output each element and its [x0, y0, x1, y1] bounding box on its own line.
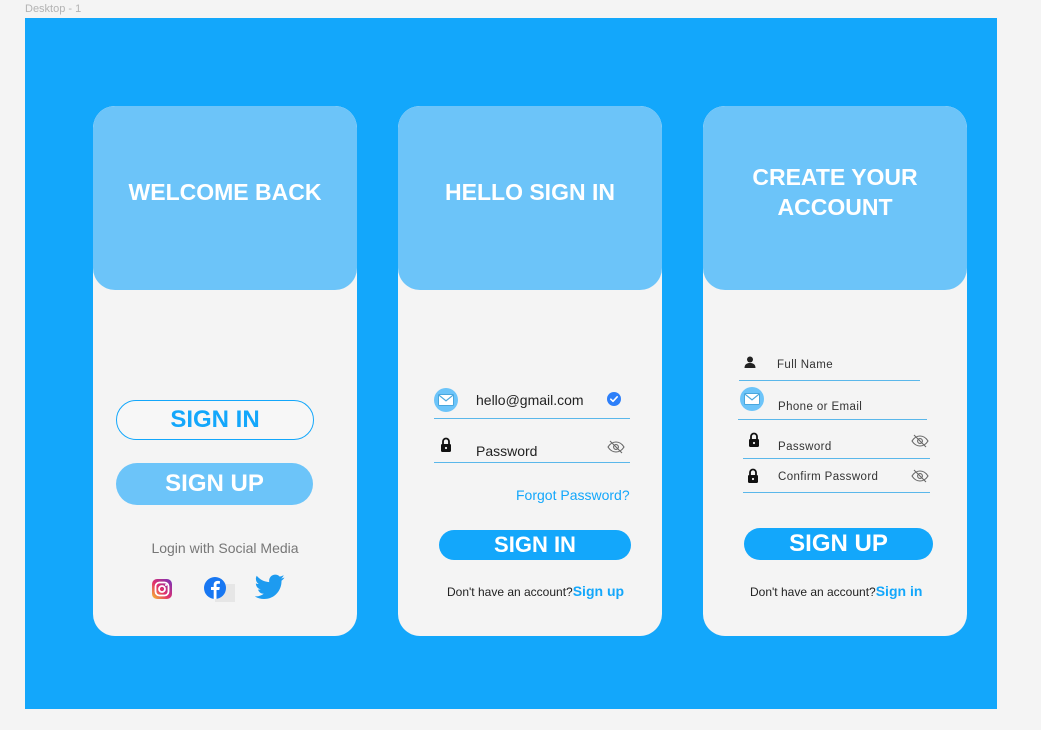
password-underline-2 — [743, 458, 930, 459]
full-name-field[interactable]: Full Name — [777, 359, 833, 371]
sign-in-button[interactable]: SIGN IN — [116, 400, 314, 440]
sign-in-card-header: HELLO SIGN IN — [398, 106, 662, 290]
sign-in-title: HELLO SIGN IN — [445, 179, 615, 205]
signup-prompt: Don't have an account?Sign up — [447, 583, 624, 599]
create-account-card: CREATE YOUR ACCOUNT Full Name Phone or E… — [703, 106, 967, 636]
welcome-title: WELCOME BACK — [128, 179, 322, 205]
sign-in-link[interactable]: Sign in — [876, 583, 923, 599]
phone-email-field[interactable]: Phone or Email — [778, 401, 862, 413]
sign-up-submit-button[interactable]: SIGN UP — [744, 528, 933, 560]
mail-icon — [434, 388, 458, 412]
password-underline — [434, 462, 630, 463]
desktop-frame: WELCOME BACK SIGN IN SIGN UP Login with … — [25, 18, 997, 709]
lock-icon-2 — [748, 432, 760, 448]
lock-icon — [440, 437, 452, 453]
user-icon — [744, 356, 756, 368]
eye-off-icon-2[interactable] — [911, 434, 929, 448]
phone-email-underline — [738, 419, 927, 420]
email-underline — [434, 418, 630, 419]
instagram-icon[interactable] — [151, 578, 173, 600]
create-account-title: CREATE YOUR ACCOUNT — [752, 164, 918, 220]
lock-icon-3 — [747, 468, 759, 484]
sign-up-button[interactable]: SIGN UP — [116, 463, 313, 505]
facebook-icon[interactable] — [203, 576, 235, 602]
mail-icon-2 — [740, 387, 764, 411]
welcome-card: WELCOME BACK SIGN IN SIGN UP Login with … — [93, 106, 357, 636]
frame-label: Desktop - 1 — [25, 3, 82, 15]
create-account-card-header: CREATE YOUR ACCOUNT — [703, 106, 967, 290]
eye-off-icon[interactable] — [607, 440, 625, 454]
sign-in-card: HELLO SIGN IN hello@gmail.com Password F… — [398, 106, 662, 636]
sign-up-link[interactable]: Sign up — [573, 583, 624, 599]
welcome-card-header: WELCOME BACK — [93, 106, 357, 290]
eye-off-icon-3[interactable] — [911, 469, 929, 483]
full-name-underline — [739, 380, 920, 381]
forgot-password-link[interactable]: Forgot Password? — [516, 487, 630, 503]
confirm-password-field[interactable]: Confirm Password — [778, 471, 878, 483]
signin-prompt: Don't have an account?Sign in — [750, 583, 922, 599]
password-field-2[interactable]: Password — [778, 441, 832, 453]
confirm-password-underline — [743, 492, 930, 493]
verified-check-icon — [607, 392, 621, 406]
sign-in-submit-button[interactable]: SIGN IN — [439, 530, 631, 560]
password-field[interactable]: Password — [476, 443, 537, 459]
email-field[interactable]: hello@gmail.com — [476, 392, 584, 408]
twitter-icon[interactable] — [255, 574, 285, 600]
social-login-text: Login with Social Media — [151, 540, 299, 556]
signup-prompt-text: Don't have an account? — [447, 585, 573, 599]
signin-prompt-text: Don't have an account? — [750, 585, 876, 599]
